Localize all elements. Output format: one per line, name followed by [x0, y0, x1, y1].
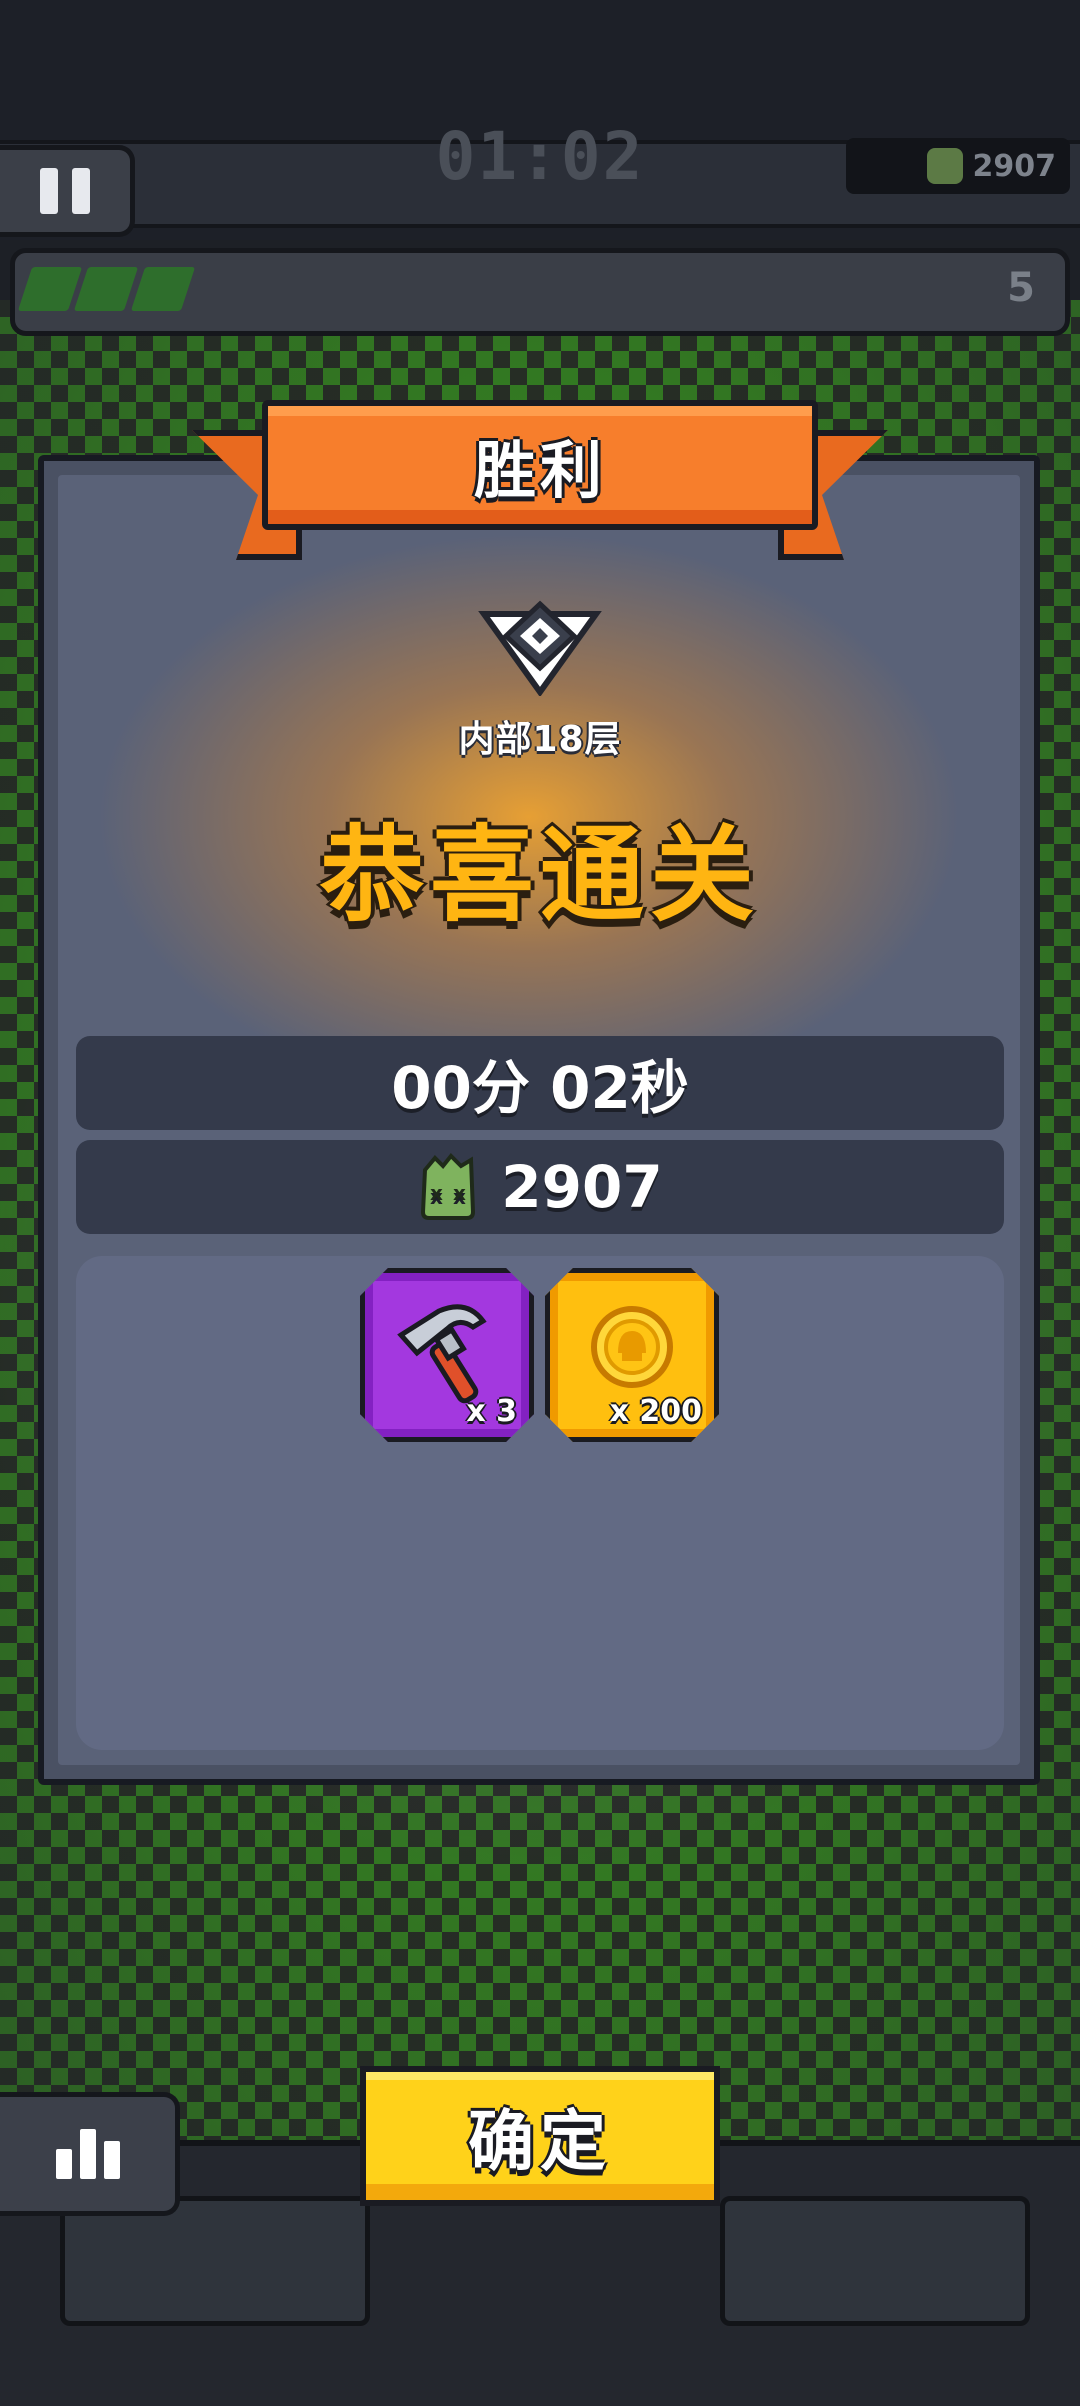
currency-earned: 2907 [501, 1153, 663, 1221]
turret-slot [720, 2196, 1030, 2326]
wave-number: 5 [1007, 265, 1035, 311]
reward-item-hammer[interactable]: x 3 [360, 1268, 534, 1442]
hammer-icon [397, 1304, 487, 1404]
wave-progress-fill [17, 267, 196, 311]
reward-quantity: x 3 [466, 1394, 517, 1429]
rank-badge-icon [478, 600, 602, 696]
reward-item-coin[interactable]: x 200 [545, 1268, 719, 1442]
svg-text:x: x [453, 1181, 466, 1205]
bar-chart-icon [55, 2149, 72, 2179]
confirm-button[interactable]: 确定 [360, 2066, 720, 2206]
victory-headline: 恭喜通关 [319, 814, 760, 936]
clear-time: 00分 02秒 [391, 1054, 689, 1122]
stats-button[interactable] [0, 2092, 180, 2216]
reward-quantity: x 200 [609, 1394, 702, 1429]
wave-progress-bar: 5 [10, 248, 1070, 336]
currency-value: 2907 [972, 148, 1057, 184]
level-name: 内部18层 [458, 719, 622, 760]
gold-coin-icon [591, 1306, 673, 1388]
currency-stat-row: x x 2907 [76, 1140, 1004, 1234]
time-stat-row: 00分 02秒 [76, 1036, 1004, 1130]
currency-counter: 2907 [846, 138, 1070, 194]
zombie-head-icon [926, 148, 963, 184]
title-ribbon: 胜利 [262, 400, 818, 530]
bar-chart-icon-bar [79, 2129, 96, 2179]
zombie-head-icon: x x [421, 1153, 476, 1220]
dialog-title: 胜利 [473, 434, 606, 507]
svg-text:x: x [430, 1181, 443, 1205]
rewards-panel [76, 1256, 1004, 1750]
bar-chart-icon-bar [103, 2141, 120, 2179]
